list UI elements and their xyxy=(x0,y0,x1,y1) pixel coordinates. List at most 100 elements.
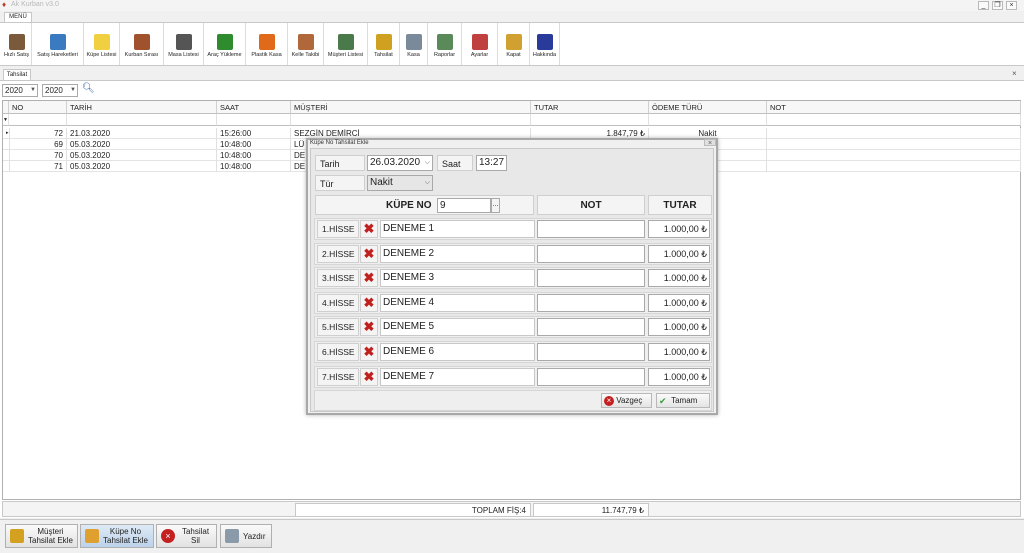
share-amount-input[interactable]: 1.000,00 ₺ xyxy=(648,318,710,337)
ribbon-button-12[interactable]: Ayarlar xyxy=(462,23,498,65)
remove-share-icon[interactable]: ✖ xyxy=(360,220,378,238)
ribbon-button-0[interactable]: Hızlı Satış xyxy=(2,23,32,65)
table-cell-no[interactable]: 70 xyxy=(9,150,67,161)
kupe-payment-add-button[interactable]: Küpe No Tahsilat Ekle xyxy=(80,524,154,548)
delete-payment-button[interactable]: × Tahsilat Sil xyxy=(156,524,217,548)
share-amount-input[interactable]: 1.000,00 ₺ xyxy=(648,244,710,263)
table-cell-note[interactable] xyxy=(767,139,1021,150)
remove-share-icon[interactable]: ✖ xyxy=(360,318,378,337)
table-cell-note[interactable] xyxy=(767,150,1021,161)
ribbon-button-label: Plastik Kasa xyxy=(251,52,282,58)
filter-cell[interactable] xyxy=(531,114,649,126)
ribbon-button-label: Satış Hareketleri xyxy=(37,52,78,58)
table-cell-date[interactable]: 05.03.2020 xyxy=(67,139,217,150)
share-amount-input[interactable]: 1.000,00 ₺ xyxy=(648,220,710,238)
table-cell-date[interactable]: 05.03.2020 xyxy=(67,150,217,161)
column-header[interactable]: TUTAR xyxy=(531,101,649,114)
ribbon-button-label: Kurban Sırası xyxy=(124,52,159,58)
kupe-browse-button[interactable]: ... xyxy=(491,198,500,213)
share-note-input[interactable] xyxy=(537,318,645,337)
ribbon-button-13[interactable]: Kapat xyxy=(498,23,530,65)
ribbon-button-3[interactable]: Kurban Sırası xyxy=(120,23,164,65)
ribbon-button-7[interactable]: Kelle Takibi xyxy=(288,23,324,65)
ribbon-button-5[interactable]: Araç Yükleme xyxy=(204,23,246,65)
share-note-input[interactable] xyxy=(537,244,645,263)
table-cell-time[interactable]: 15:26:00 xyxy=(217,128,291,139)
chevron-down-icon: ⌵ xyxy=(424,159,430,166)
ribbon-button-11[interactable]: Raporlar xyxy=(428,23,462,65)
column-header[interactable]: MÜŞTERİ xyxy=(291,101,531,114)
share-note-input[interactable] xyxy=(537,343,645,361)
filter-cell[interactable] xyxy=(217,114,291,126)
cancel-button[interactable]: × Vazgeç xyxy=(601,393,652,408)
search-icon[interactable]: 🔍︎ xyxy=(82,83,95,94)
share-name-field: DENEME 4 xyxy=(380,293,535,312)
time-input[interactable]: 13:27 xyxy=(476,155,507,171)
table-cell-no[interactable]: 71 xyxy=(9,161,67,172)
share-amount-input[interactable]: 1.000,00 ₺ xyxy=(648,343,710,361)
filter-cell[interactable] xyxy=(67,114,217,126)
column-header[interactable]: NOT xyxy=(767,101,1021,114)
minimize-button[interactable]: _ xyxy=(978,1,989,10)
remove-share-icon[interactable]: ✖ xyxy=(360,367,378,386)
table-cell-time[interactable]: 10:48:00 xyxy=(217,161,291,172)
share-note-input[interactable] xyxy=(537,367,645,386)
close-window-button[interactable]: × xyxy=(1006,1,1017,10)
column-header[interactable]: SAAT xyxy=(217,101,291,114)
column-header[interactable]: TARİH xyxy=(67,101,217,114)
share-name-field: DENEME 6 xyxy=(380,343,535,361)
filter-cell[interactable] xyxy=(291,114,531,126)
tab-tahsilat[interactable]: Tahsilat xyxy=(3,69,31,80)
table-cell-note[interactable] xyxy=(767,161,1021,172)
year-to-select[interactable]: 2020 ▼ xyxy=(42,84,78,97)
ribbon-button-label: Hızlı Satış xyxy=(3,52,30,58)
share-amount-input[interactable]: 1.000,00 ₺ xyxy=(648,269,710,288)
menu-tab[interactable]: MENÜ xyxy=(4,12,32,22)
ribbon-button-8[interactable]: Müşteri Listesi xyxy=(324,23,368,65)
close-tab-icon[interactable]: × xyxy=(1012,69,1017,78)
table-cell-time[interactable]: 10:48:00 xyxy=(217,139,291,150)
ribbon-button-1[interactable]: Satış Hareketleri xyxy=(32,23,84,65)
kupe-no-input[interactable]: 9 xyxy=(437,198,491,213)
date-picker[interactable]: 26.03.2020 ⌵ xyxy=(367,155,433,171)
ribbon-button-2[interactable]: Küpe Listesi xyxy=(84,23,120,65)
restore-button[interactable]: ❐ xyxy=(992,1,1003,10)
remove-share-icon[interactable]: ✖ xyxy=(360,343,378,361)
dialog-button-bar xyxy=(314,390,712,411)
payment-type-select[interactable]: Nakit ⌵ xyxy=(367,175,433,191)
filter-cell[interactable] xyxy=(767,114,1021,126)
ribbon-button-4[interactable]: Masa Listesi xyxy=(164,23,204,65)
share-note-input[interactable] xyxy=(537,293,645,312)
ribbon-button-14[interactable]: Hakkında xyxy=(530,23,560,65)
share-amount-input[interactable]: 1.000,00 ₺ xyxy=(648,293,710,312)
chevron-down-icon: ▼ xyxy=(70,87,76,93)
table-cell-date[interactable]: 05.03.2020 xyxy=(67,161,217,172)
year-from-select[interactable]: 2020 ▼ xyxy=(2,84,38,97)
remove-share-icon[interactable]: ✖ xyxy=(360,293,378,312)
ribbon-button-6[interactable]: Plastik Kasa xyxy=(246,23,288,65)
tag-icon xyxy=(93,34,110,50)
filter-cell[interactable] xyxy=(9,114,67,126)
ok-button[interactable]: ✔ Tamam xyxy=(656,393,710,408)
column-header[interactable]: ÖDEME TÜRÜ xyxy=(649,101,767,114)
customer-payment-add-button[interactable]: Müşteri Tahsilat Ekle xyxy=(5,524,78,548)
remove-share-icon[interactable]: ✖ xyxy=(360,269,378,288)
app-title: Ak Kurban v3.0 xyxy=(11,1,59,8)
table-cell-date[interactable]: 21.03.2020 xyxy=(67,128,217,139)
column-header[interactable]: NO xyxy=(9,101,67,114)
filter-cell[interactable] xyxy=(649,114,767,126)
table-cell-time[interactable]: 10:48:00 xyxy=(217,150,291,161)
share-label: 5.HİSSE xyxy=(317,318,359,337)
table-cell-note[interactable] xyxy=(767,128,1021,139)
dialog-close-button[interactable]: × xyxy=(704,139,716,147)
share-note-input[interactable] xyxy=(537,220,645,238)
tools-icon xyxy=(471,34,488,50)
remove-share-icon[interactable]: ✖ xyxy=(360,244,378,263)
ribbon-button-9[interactable]: Tahsilat xyxy=(368,23,400,65)
print-button[interactable]: Yazdır xyxy=(220,524,272,548)
table-cell-no[interactable]: 69 xyxy=(9,139,67,150)
table-cell-no[interactable]: 72 xyxy=(9,128,67,139)
share-amount-input[interactable]: 1.000,00 ₺ xyxy=(648,367,710,386)
ribbon-button-10[interactable]: Kasa xyxy=(400,23,428,65)
share-note-input[interactable] xyxy=(537,269,645,288)
